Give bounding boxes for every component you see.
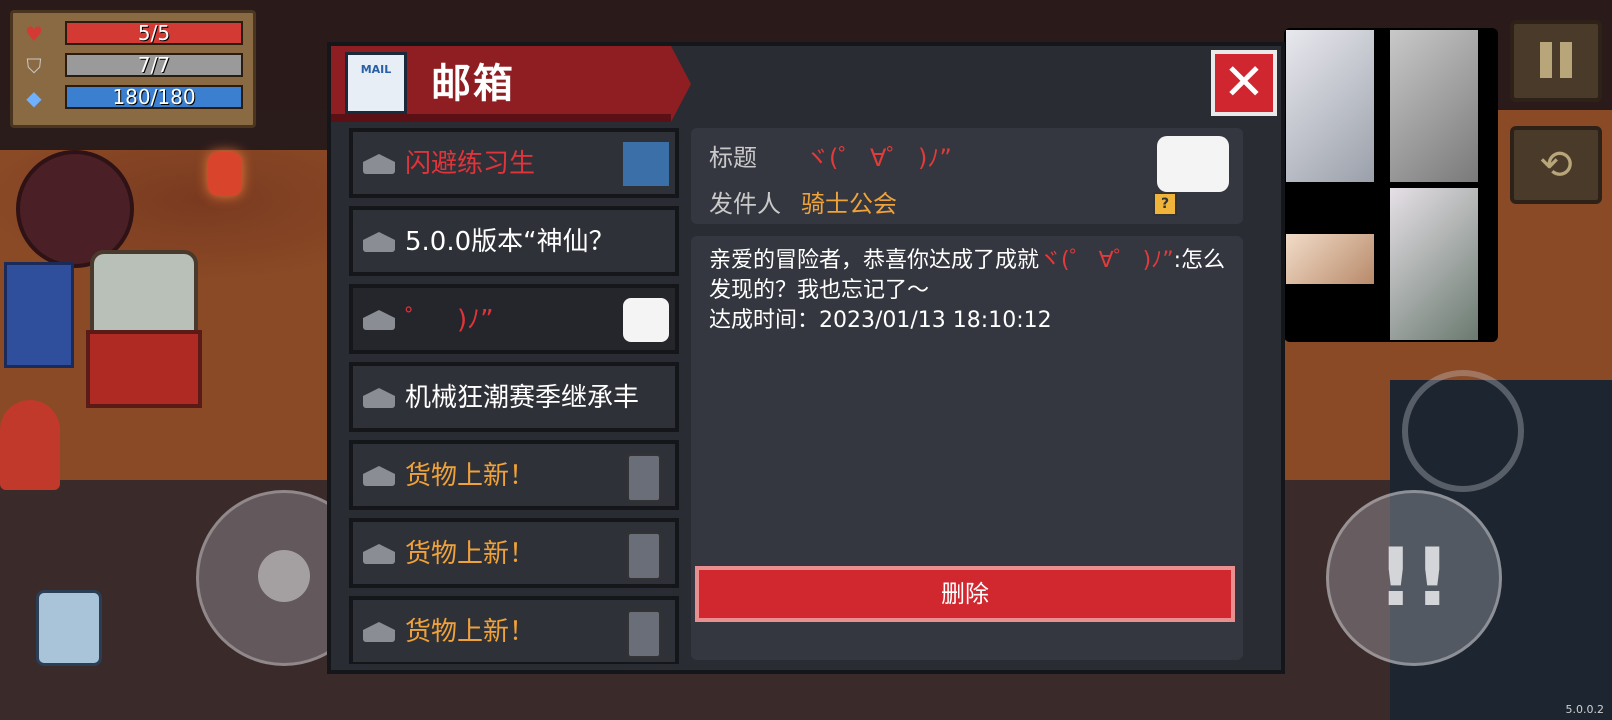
participant-video (1286, 234, 1374, 284)
envelope-icon (363, 622, 395, 642)
mail-icon: MAIL (345, 52, 407, 114)
armor-bar: 7/7 (65, 53, 243, 77)
mail-item[interactable]: 机械狂潮赛季继承丰 (349, 362, 679, 432)
video-tile[interactable] (1286, 30, 1374, 182)
skill-button[interactable] (1402, 370, 1524, 492)
attack-button[interactable]: !! (1326, 490, 1502, 666)
merchant-icon (627, 610, 661, 658)
mail-item[interactable]: 闪避练习生 (349, 128, 679, 198)
video-tile[interactable] (1286, 188, 1374, 340)
hp-bar: 5/5 (65, 21, 243, 45)
dodge-avatar-icon (623, 142, 669, 186)
energy-icon: ◆ (26, 86, 42, 110)
envelope-icon (363, 466, 395, 486)
body-emoticon: ヾ(゜ ∀゜ )ﾉ” (1039, 248, 1174, 273)
sender-label: 发件人 (709, 190, 781, 218)
version-label: 5.0.0.2 (1565, 703, 1604, 716)
pause-button[interactable] (1510, 20, 1602, 102)
mailbox-header: MAIL 邮箱 (331, 46, 691, 122)
mail-item-selected[interactable]: ゜ )ﾉ” (349, 284, 679, 354)
mail-item[interactable]: 货物上新！ (349, 518, 679, 588)
heart-icon: ♥ (25, 22, 43, 46)
gacha-machine-base (86, 330, 202, 408)
close-button[interactable]: ✕ (1211, 50, 1277, 116)
sender-emoji-avatar (1157, 136, 1229, 192)
mail-item[interactable]: 货物上新！ (349, 596, 679, 664)
envelope-icon (363, 544, 395, 564)
mailbox-title: 邮箱 (431, 61, 515, 107)
question-badge-icon: ? (1153, 192, 1177, 216)
mail-item-label: 机械狂潮赛季继承丰 (405, 383, 640, 413)
shield-icon: ⛉ (26, 54, 42, 78)
lantern-icon (208, 152, 242, 196)
npc-character (0, 400, 60, 490)
mailbox-panel: MAIL 邮箱 ✕ 闪避练习生 5.0.0版本“神仙？ ゜ )ﾉ” 机械狂潮赛季… (327, 42, 1285, 674)
sender-value: 骑士公会 (801, 190, 897, 218)
weapon-swap-button[interactable]: ⟲ (1510, 126, 1602, 204)
video-call-overlay[interactable] (1284, 28, 1498, 342)
energy-bar: 180/180 (65, 85, 243, 109)
emoji-avatar-icon (623, 298, 669, 342)
joystick-knob[interactable] (258, 550, 310, 602)
mail-body-text: 亲爱的冒险者，恭喜你达成了成就ヾ(゜ ∀゜ )ﾉ”:怎么发现的？我也忘记了～ 达… (709, 246, 1229, 336)
video-tile[interactable] (1390, 30, 1478, 182)
title-value: ヾ(゜ ∀゜ )ﾉ” (805, 144, 952, 172)
title-label: 标题 (709, 144, 757, 172)
armor-row: ⛉ 7/7 (21, 53, 245, 79)
hp-row: ♥ 5/5 (21, 21, 245, 47)
knight-character (4, 262, 74, 368)
video-tile[interactable] (1390, 188, 1478, 340)
header-stripe (331, 114, 671, 122)
envelope-icon (363, 310, 395, 330)
delete-button[interactable]: 删除 (695, 566, 1235, 622)
mail-body: 亲爱的冒险者，恭喜你达成了成就ヾ(゜ ∀゜ )ﾉ”:怎么发现的？我也忘记了～ 达… (691, 236, 1243, 660)
body-prefix: 亲爱的冒险者，恭喜你达成了成就 (709, 248, 1040, 273)
mail-item-label: 5.0.0版本“神仙？ (405, 227, 615, 257)
pet-character (36, 590, 102, 666)
mail-item[interactable]: 货物上新！ (349, 440, 679, 510)
envelope-icon (363, 232, 395, 252)
merchant-icon (627, 532, 661, 580)
mail-item[interactable]: 5.0.0版本“神仙？ (349, 206, 679, 276)
energy-row: ◆ 180/180 (21, 85, 245, 111)
envelope-icon (363, 154, 395, 174)
status-hud: ♥ 5/5 ⛉ 7/7 ◆ 180/180 (10, 10, 256, 128)
merchant-icon (627, 454, 661, 502)
mail-detail-header: 标题 ヾ(゜ ∀゜ )ﾉ” 发件人 骑士公会 ? (691, 128, 1243, 224)
mail-list[interactable]: 闪避练习生 5.0.0版本“神仙？ ゜ )ﾉ” 机械狂潮赛季继承丰 货物上新！ … (349, 128, 679, 664)
achieved-time: 达成时间：2023/01/13 18:10:12 (709, 308, 1052, 333)
envelope-icon (363, 388, 395, 408)
